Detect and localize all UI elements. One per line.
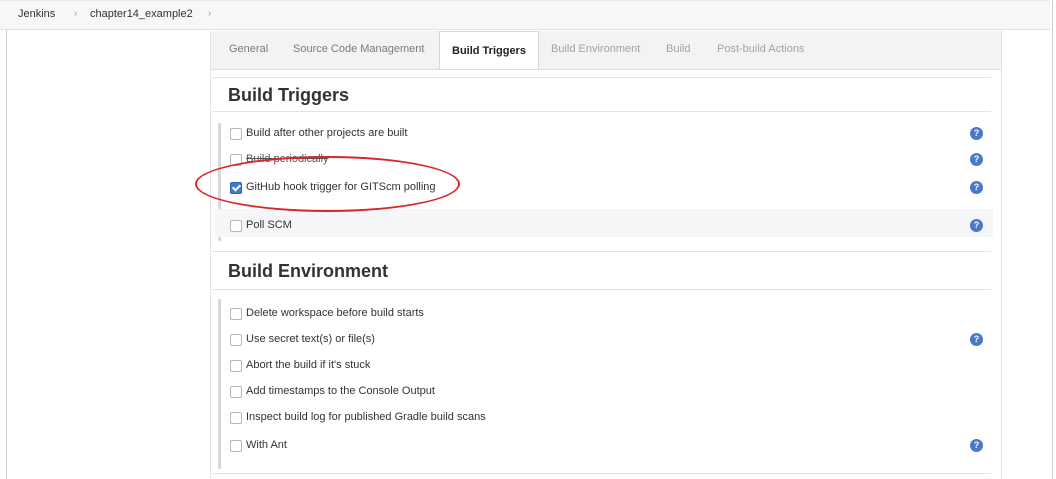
tab-build-environment[interactable]: Build Environment: [551, 43, 640, 55]
option-label: With Ant: [246, 439, 287, 451]
checkbox[interactable]: [230, 386, 242, 398]
option-label: Build after other projects are built: [246, 127, 408, 139]
option-label: Use secret text(s) or file(s): [246, 333, 375, 345]
help-icon[interactable]: ?: [970, 439, 983, 452]
breadcrumb-job[interactable]: chapter14_example2: [90, 8, 193, 20]
build-triggers-title: Build Triggers: [228, 85, 350, 105]
build-environment-title: Build Environment: [228, 261, 389, 281]
tab-source-code-management[interactable]: Source Code Management: [293, 43, 424, 55]
checkbox[interactable]: [230, 360, 242, 372]
config-tabbar: General Source Code Management Build Tri…: [211, 31, 1001, 70]
annotation-ellipse: [195, 156, 460, 212]
help-icon[interactable]: ?: [970, 153, 983, 166]
help-icon[interactable]: ?: [970, 127, 983, 140]
option-label: Add timestamps to the Console Output: [246, 385, 435, 397]
checkbox[interactable]: [230, 412, 242, 424]
tab-post-build-actions[interactable]: Post-build Actions: [717, 43, 804, 55]
section-divider: [213, 111, 991, 112]
checkbox[interactable]: [230, 334, 242, 346]
config-content: Build Triggers Build after other project…: [213, 77, 993, 477]
option-label: Poll SCM: [246, 219, 292, 231]
tab-general[interactable]: General: [229, 43, 268, 55]
tab-build[interactable]: Build: [666, 43, 690, 55]
checkbox[interactable]: [230, 440, 242, 452]
breadcrumb-jenkins[interactable]: Jenkins: [18, 8, 55, 20]
breadcrumb: Jenkins › chapter14_example2 ›: [0, 0, 1050, 30]
help-icon[interactable]: ?: [970, 181, 983, 194]
option-label: Delete workspace before build starts: [246, 307, 424, 319]
breadcrumb-separator: ›: [74, 8, 78, 19]
checkbox[interactable]: [230, 128, 242, 140]
help-icon[interactable]: ?: [970, 219, 983, 232]
section-divider: [213, 289, 991, 290]
config-panel: General Source Code Management Build Tri…: [210, 31, 1002, 479]
option-label: Inspect build log for published Gradle b…: [246, 411, 486, 423]
section-divider: [213, 251, 991, 252]
row-highlight: [215, 209, 993, 237]
section-divider: [213, 473, 991, 474]
checkbox[interactable]: [230, 220, 242, 232]
help-icon[interactable]: ?: [970, 333, 983, 346]
tab-build-triggers[interactable]: Build Triggers: [439, 31, 539, 69]
checkbox[interactable]: [230, 308, 242, 320]
breadcrumb-separator[interactable]: ›: [208, 8, 211, 19]
section-gutter: [218, 299, 221, 469]
option-label: Abort the build if it's stuck: [246, 359, 371, 371]
section-divider: [213, 77, 991, 78]
